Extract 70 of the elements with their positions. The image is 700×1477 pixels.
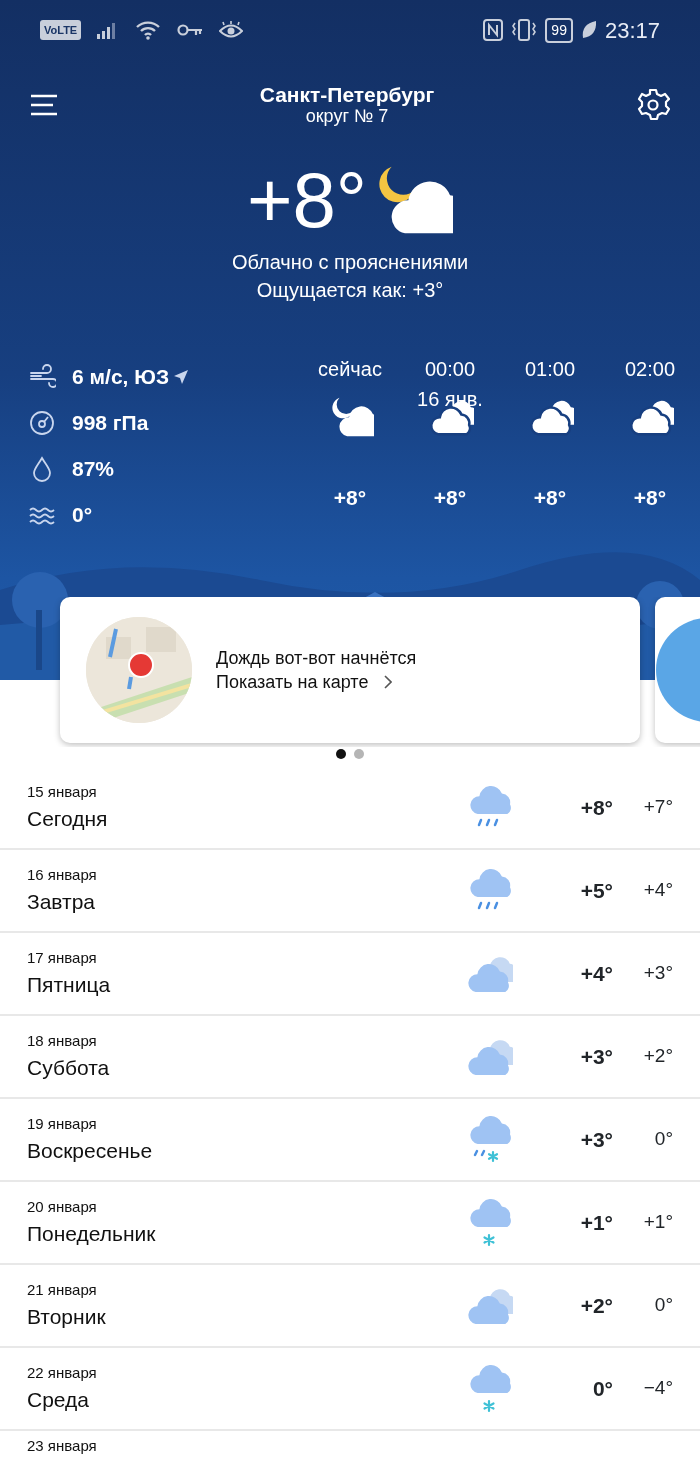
- high-temperature: +2°: [580, 1293, 613, 1317]
- eye-icon: [219, 21, 244, 39]
- vibrate-icon: [511, 19, 538, 41]
- forecast-day: Суббота: [27, 1052, 463, 1084]
- high-temperature: +3°: [580, 1127, 613, 1151]
- forecast-date: 19 января: [27, 1113, 98, 1134]
- forecast-date: 21 января: [27, 1279, 98, 1300]
- wifi-icon: [135, 20, 162, 40]
- forecast-day: Сегодня: [27, 803, 463, 835]
- rain-alert-card[interactable]: Дождь вот-вот начнётся Показать на карте: [60, 597, 640, 743]
- clock-time: 23:17: [604, 16, 660, 45]
- high-temperature: +3°: [580, 1044, 613, 1068]
- high-temperature: +4°: [580, 961, 613, 985]
- forecast-day: Пятница: [27, 969, 463, 1001]
- wind-icon: [28, 363, 56, 391]
- low-temperature: +1°: [643, 1211, 673, 1233]
- hour-label: 01:00: [523, 357, 577, 382]
- low-temperature: −4°: [643, 1377, 673, 1399]
- volte-indicator: VoLTE: [40, 19, 82, 41]
- forecast-date: 23 января: [27, 1436, 98, 1456]
- feels-like-text: Ощущается как: +3°: [255, 278, 445, 303]
- low-temperature: +2°: [643, 1045, 673, 1067]
- hour-temperature: +8°: [433, 486, 467, 509]
- forecast-date: 20 января: [27, 1196, 98, 1217]
- condition-text: Облачно с прояснениями: [230, 250, 470, 275]
- hour-label: сейчас: [317, 357, 383, 382]
- low-temperature: +4°: [643, 879, 673, 901]
- forecast-date: 15 января: [27, 781, 98, 802]
- high-temperature: +5°: [580, 878, 613, 902]
- direction-arrow-icon: [173, 369, 190, 385]
- forecast-date: 22 января: [27, 1362, 98, 1383]
- low-temperature: 0°: [654, 1128, 673, 1150]
- city-name[interactable]: Санкт-Петербург: [259, 82, 435, 106]
- high-temperature: 0°: [592, 1376, 613, 1400]
- nfc-icon: [483, 19, 504, 41]
- battery-indicator: 99: [545, 17, 573, 43]
- forecast-date: 18 января: [27, 1030, 98, 1051]
- high-temperature: +1°: [580, 1210, 613, 1234]
- low-temperature: +7°: [643, 796, 673, 818]
- district-name: округ № 7: [305, 105, 389, 128]
- water-value: 0°: [72, 502, 93, 529]
- humidity-value: 87%: [72, 456, 115, 483]
- forecast-day: Понедельник: [27, 1218, 463, 1250]
- hour-temperature: +8°: [633, 486, 667, 509]
- show-on-map-link[interactable]: Показать на карте: [216, 670, 369, 695]
- hour-label: 00:00: [423, 357, 477, 382]
- low-temperature: 0°: [654, 1294, 673, 1316]
- hour-label: 02:00: [623, 357, 677, 382]
- gauge-icon: [28, 409, 56, 437]
- key-icon: [177, 23, 204, 37]
- forecast-day: Среда: [27, 1384, 463, 1416]
- low-temperature: +3°: [643, 962, 673, 984]
- wind-value: 6 м/с, ЮЗ: [72, 364, 170, 391]
- settings-icon[interactable]: [636, 88, 670, 122]
- forecast-date: 17 января: [27, 947, 98, 968]
- chevron-right-icon: [384, 675, 393, 690]
- page-indicator-dot[interactable]: [354, 749, 364, 759]
- leaf-icon: [580, 20, 597, 40]
- page-indicator-dot[interactable]: [336, 749, 346, 759]
- forecast-day: Воскресенье: [27, 1135, 463, 1167]
- current-temperature: +8°: [246, 161, 368, 239]
- forecast-day: Вторник: [27, 1301, 463, 1333]
- pressure-value: 998 гПа: [72, 410, 149, 437]
- forecast-day: Завтра: [27, 886, 463, 918]
- forecast-date: 16 января: [27, 864, 98, 885]
- hour-temperature: +8°: [333, 486, 367, 509]
- high-temperature: +8°: [580, 795, 613, 819]
- hour-temperature: +8°: [533, 486, 567, 509]
- menu-icon[interactable]: [30, 94, 58, 116]
- alert-title: Дождь вот-вот начнётся: [216, 646, 417, 670]
